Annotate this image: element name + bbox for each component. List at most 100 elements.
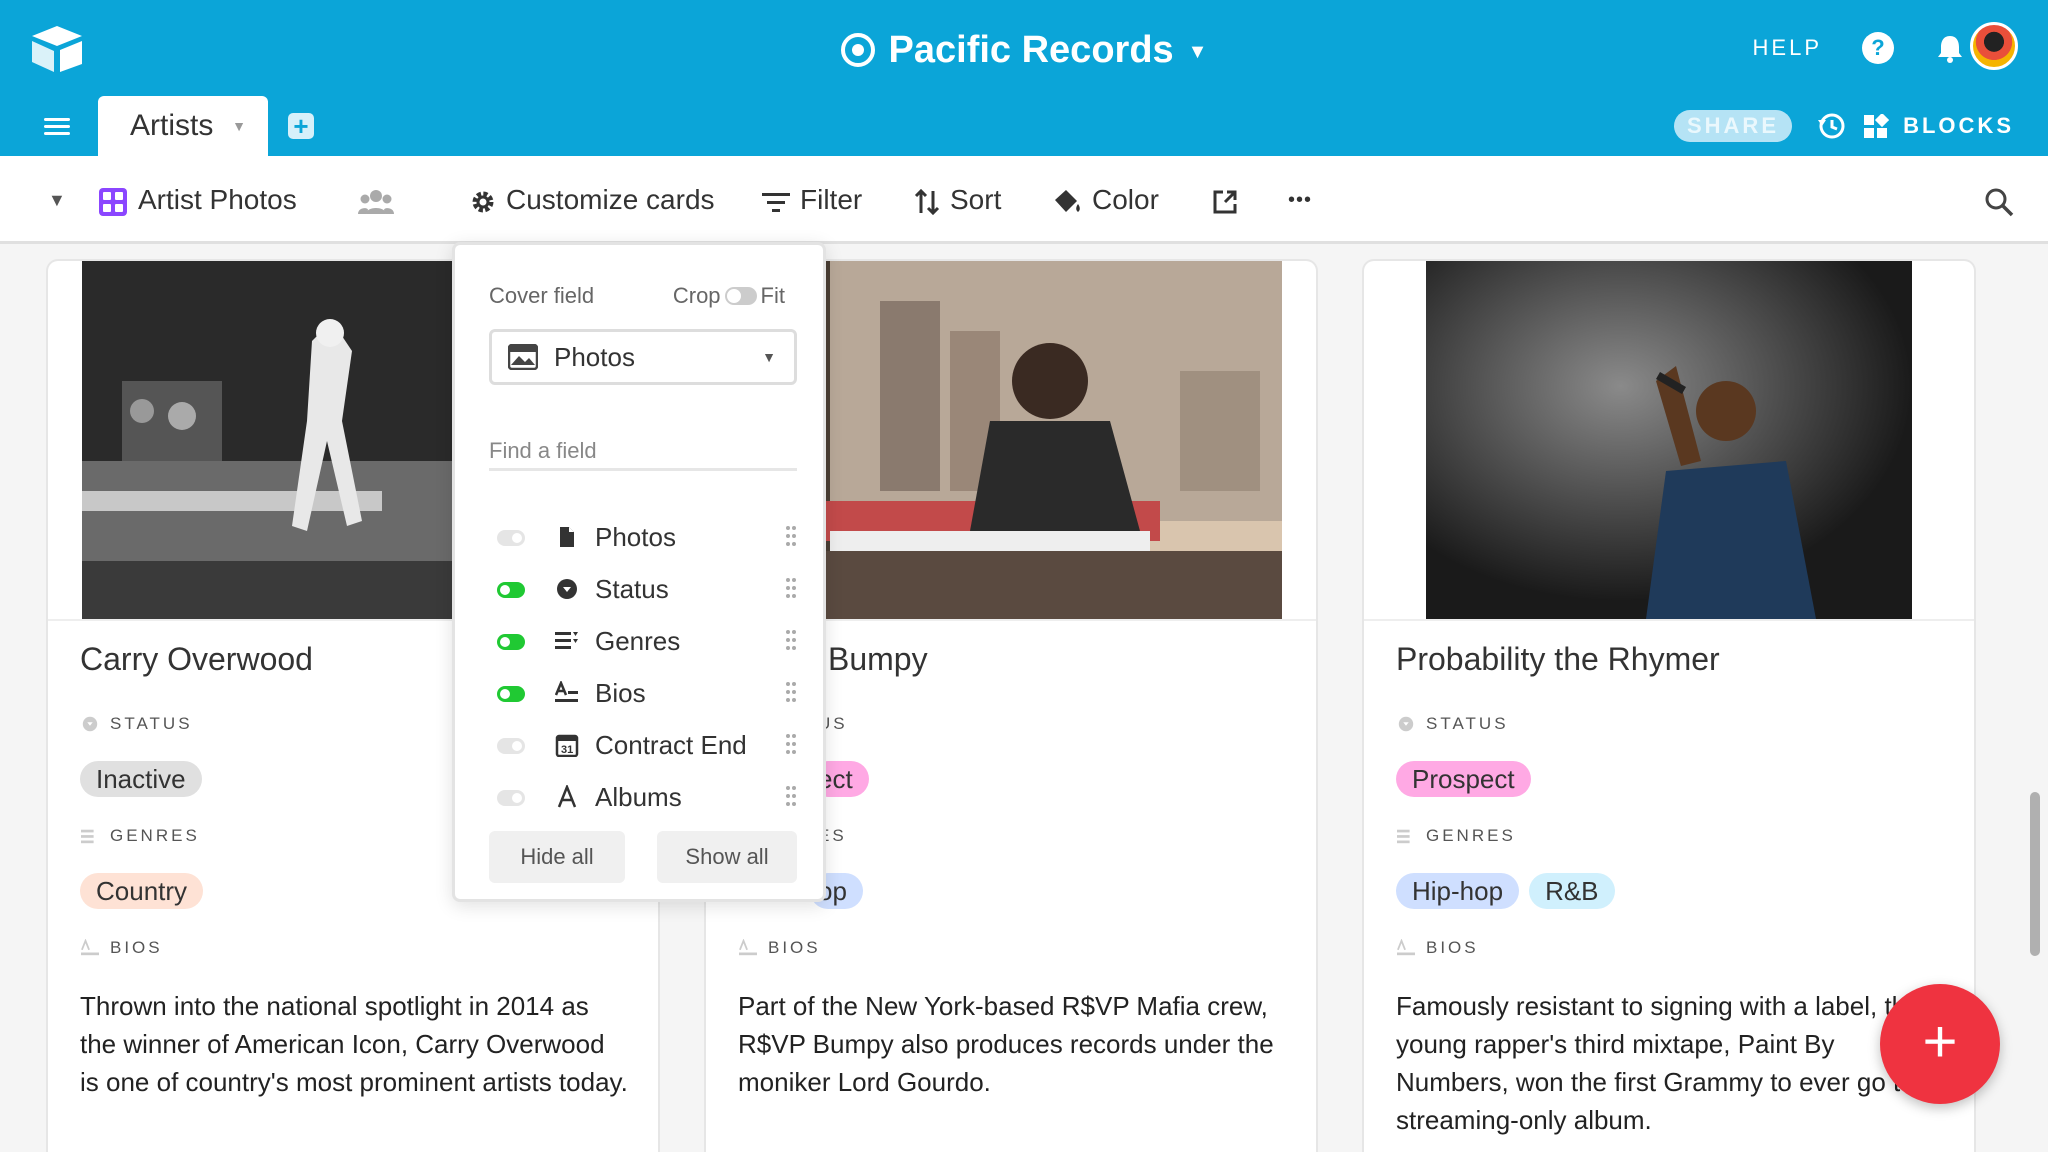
chevron-down-icon: ▼ bbox=[1187, 41, 1208, 63]
customize-cards-button[interactable]: Customize cards bbox=[470, 156, 715, 244]
blocks-icon bbox=[1864, 114, 1890, 138]
gallery-view-icon bbox=[99, 187, 127, 216]
filter-label: Filter bbox=[800, 184, 863, 215]
base-icon bbox=[840, 33, 875, 67]
genres-field-label: GENRES bbox=[80, 825, 200, 847]
color-label: Color bbox=[1092, 184, 1159, 215]
filter-icon bbox=[762, 192, 790, 212]
gallery-area: Carry Overwood STATUS Inactive GENRES Co… bbox=[0, 247, 2048, 1152]
blocks-button[interactable]: BLOCKS bbox=[1863, 110, 2014, 142]
search-icon[interactable] bbox=[1984, 156, 2014, 244]
field-visibility-toggle[interactable] bbox=[497, 582, 525, 598]
chevron-down-icon: ▼ bbox=[762, 349, 776, 365]
status-field-label: STATUS bbox=[80, 713, 193, 735]
more-options-icon[interactable]: ••• bbox=[1288, 156, 1312, 244]
collaborators-icon[interactable] bbox=[358, 156, 404, 244]
scrollbar-thumb[interactable] bbox=[2030, 792, 2040, 956]
table-tab-artists[interactable]: Artists ▼ bbox=[98, 96, 268, 156]
genre-pill: Hip-hop bbox=[1396, 873, 1520, 909]
record-card[interactable]: Probability the Rhymer STATUS Prospect G… bbox=[1364, 261, 1974, 1152]
card-title: Bumpy bbox=[828, 641, 928, 677]
field-visibility-toggle[interactable] bbox=[497, 738, 525, 754]
show-all-button[interactable]: Show all bbox=[657, 831, 797, 883]
customize-cards-label: Customize cards bbox=[506, 184, 715, 215]
field-visibility-toggle[interactable] bbox=[497, 686, 525, 702]
status-field-label: STATUS bbox=[1396, 713, 1509, 735]
chevron-down-icon[interactable]: ▼ bbox=[232, 96, 246, 156]
color-button[interactable]: Color bbox=[1052, 156, 1159, 244]
table-tab-label: Artists bbox=[130, 109, 214, 142]
sort-label: Sort bbox=[950, 184, 1002, 215]
cover-photo bbox=[1426, 261, 1912, 619]
field-row-status[interactable]: Status bbox=[489, 563, 797, 615]
genres-value: Country bbox=[80, 873, 213, 909]
gear-icon bbox=[472, 191, 494, 213]
card-title: Probability the Rhymer bbox=[1396, 641, 1720, 677]
crop-fit-switch bbox=[724, 287, 757, 305]
field-row-bios[interactable]: Bios bbox=[489, 667, 797, 719]
share-view-icon[interactable] bbox=[1212, 156, 1248, 244]
genres-field-label: GENRES bbox=[1396, 825, 1516, 847]
genres-field-icon bbox=[1397, 829, 1410, 844]
bell-icon[interactable] bbox=[1932, 30, 1968, 66]
date-icon: 31 bbox=[555, 734, 579, 757]
hamburger-menu-icon[interactable] bbox=[44, 114, 70, 138]
genre-pill: R&B bbox=[1529, 873, 1615, 909]
status-value: Inactive bbox=[80, 761, 212, 797]
long-text-icon bbox=[555, 681, 578, 702]
history-icon[interactable] bbox=[1816, 110, 1848, 142]
field-visibility-toggle[interactable] bbox=[497, 530, 525, 546]
cover-field-select[interactable]: Photos ▼ bbox=[489, 329, 797, 385]
drag-handle-icon[interactable] bbox=[785, 524, 797, 548]
view-switcher-chevron-icon[interactable]: ▼ bbox=[48, 156, 66, 244]
status-field-icon bbox=[1398, 716, 1414, 732]
paint-bucket-icon bbox=[1055, 189, 1080, 212]
bios-field-label: BIOS bbox=[1396, 937, 1479, 959]
single-select-icon bbox=[557, 579, 577, 599]
filter-button[interactable]: Filter bbox=[762, 156, 862, 244]
find-field-input[interactable]: Find a field bbox=[489, 431, 797, 471]
user-avatar[interactable] bbox=[1970, 22, 2018, 70]
multi-select-icon bbox=[555, 632, 578, 649]
add-table-button[interactable]: + bbox=[288, 113, 314, 139]
base-name: Pacific Records bbox=[888, 29, 1174, 71]
status-pill: Prospect bbox=[1396, 761, 1531, 797]
hide-all-button[interactable]: Hide all bbox=[489, 831, 625, 883]
base-name-dropdown[interactable]: Pacific Records ▼ bbox=[0, 24, 2048, 76]
bios-field-icon bbox=[1397, 939, 1415, 956]
genres-value: Hip-hop R&B bbox=[1396, 873, 1625, 909]
view-toolbar: ▼ Artist Photos Customize cards Filter S… bbox=[0, 156, 2048, 244]
drag-handle-icon[interactable] bbox=[785, 732, 797, 756]
field-row-contract-end[interactable]: 31 Contract End bbox=[489, 719, 797, 771]
crop-fit-toggle[interactable]: Crop Fit bbox=[673, 283, 785, 309]
drag-handle-icon[interactable] bbox=[785, 576, 797, 600]
genres-field-icon bbox=[81, 829, 94, 844]
view-name: Artist Photos bbox=[138, 184, 297, 215]
bios-field-icon bbox=[81, 939, 99, 956]
bio-text: Thrown into the national spotlight in 20… bbox=[80, 991, 628, 1097]
sort-icon bbox=[914, 188, 940, 215]
field-row-albums[interactable]: Albums bbox=[489, 771, 797, 823]
field-visibility-toggle[interactable] bbox=[497, 634, 525, 650]
help-icon[interactable]: ? bbox=[1862, 32, 1894, 64]
card-title: Carry Overwood bbox=[80, 641, 313, 677]
attachment-icon bbox=[560, 527, 574, 547]
field-row-photos[interactable]: Photos bbox=[489, 511, 797, 563]
drag-handle-icon[interactable] bbox=[785, 680, 797, 704]
add-record-button[interactable]: + bbox=[1880, 984, 2000, 1104]
sort-button[interactable]: Sort bbox=[914, 156, 1001, 244]
field-visibility-toggle[interactable] bbox=[497, 790, 525, 806]
share-button[interactable]: SHARE bbox=[1674, 110, 1792, 142]
status-value: Prospect bbox=[1396, 761, 1541, 797]
status-field-icon bbox=[82, 716, 98, 732]
cover-field-label: Cover field bbox=[489, 283, 595, 308]
top-bar: Pacific Records ▼ HELP ? Artists ▼ + SHAR… bbox=[0, 0, 2048, 156]
bios-field-label: BIOS bbox=[80, 937, 163, 959]
svg-text:31: 31 bbox=[561, 744, 573, 756]
help-link[interactable]: HELP bbox=[1753, 30, 1822, 66]
field-row-genres[interactable]: Genres bbox=[489, 615, 797, 667]
view-name-button[interactable]: Artist Photos bbox=[98, 156, 297, 244]
drag-handle-icon[interactable] bbox=[785, 784, 797, 808]
drag-handle-icon[interactable] bbox=[785, 628, 797, 652]
blocks-label: BLOCKS bbox=[1903, 113, 2014, 138]
